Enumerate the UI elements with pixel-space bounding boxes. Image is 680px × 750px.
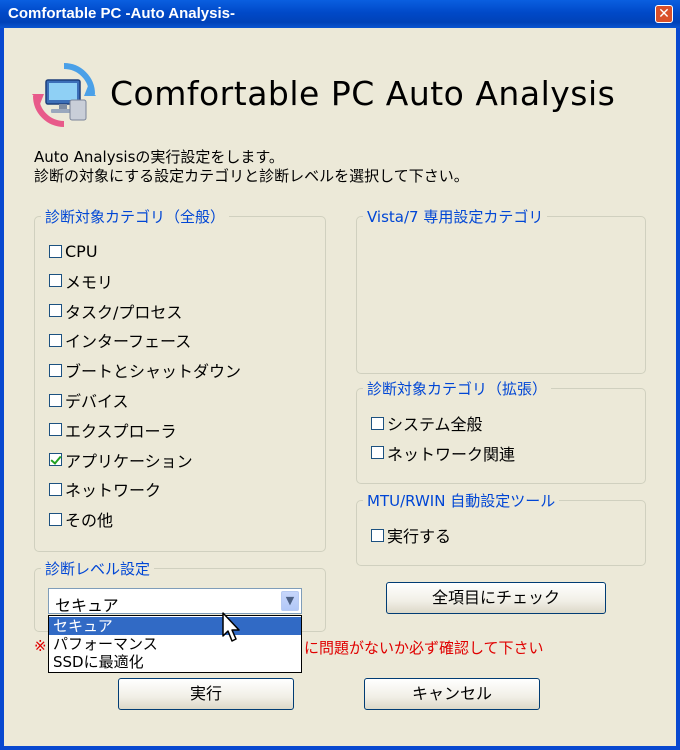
window-frame-left: [0, 28, 4, 750]
level-option-ssd[interactable]: SSDに最適化: [49, 653, 301, 671]
general-category-checkbox-label: ブートとシャットダウン: [65, 362, 242, 382]
level-option-performance[interactable]: パフォーマンス: [49, 635, 301, 653]
mtu-tool-group: MTU/RWIN 自動設定ツール 実行する: [356, 490, 646, 566]
title-bar[interactable]: Comfortable PC -Auto Analysis- ✕: [0, 0, 680, 28]
description: Auto Analysisの実行設定をします。 診断の対象にする設定カテゴリと診…: [34, 148, 469, 186]
vista-categories-group: Vista/7 専用設定カテゴリ: [356, 206, 646, 374]
dialog-window: Comfortable PC -Auto Analysis- ✕ Comfort…: [0, 0, 680, 750]
app-heading: Comfortable PC Auto Analysis: [110, 74, 616, 113]
general-category-checkbox-5[interactable]: デバイス: [49, 389, 129, 411]
pc-analysis-logo-icon: [32, 63, 96, 127]
close-icon: ✕: [658, 6, 670, 22]
description-line-2: 診断の対象にする設定カテゴリと診断レベルを選択して下さい。: [34, 167, 469, 185]
cancel-button[interactable]: キャンセル: [364, 678, 540, 710]
extended-category-checkbox-1[interactable]: ネットワーク関連: [371, 442, 515, 464]
general-category-checkbox-2[interactable]: タスク/プロセス: [49, 300, 182, 322]
checkbox-unchecked-icon[interactable]: [49, 274, 62, 288]
chevron-down-icon[interactable]: ▼: [281, 591, 299, 611]
general-category-checkbox-label: デバイス: [65, 392, 129, 411]
checkbox-unchecked-icon[interactable]: [49, 423, 62, 437]
general-category-checkbox-1[interactable]: メモリ: [49, 270, 113, 292]
general-category-checkbox-label: インターフェース: [65, 332, 192, 352]
checkbox-unchecked-icon[interactable]: [49, 512, 62, 526]
general-category-checkbox-0[interactable]: CPU: [49, 240, 98, 262]
mtu-tool-checkbox-label: 実行する: [387, 527, 452, 546]
extended-category-checkbox-label: ネットワーク関連: [387, 444, 516, 464]
general-category-checkbox-label: タスク/プロセス: [65, 302, 183, 322]
general-category-checkbox-6[interactable]: エクスプローラ: [49, 419, 177, 441]
general-category-checkbox-7[interactable]: アプリケーション: [49, 449, 193, 471]
checkbox-unchecked-icon[interactable]: [371, 528, 384, 542]
checkbox-unchecked-icon[interactable]: [49, 482, 62, 496]
checkbox-unchecked-icon[interactable]: [371, 416, 384, 430]
general-category-checkbox-8[interactable]: ネットワーク: [49, 478, 161, 500]
level-select-value: セキュア: [55, 596, 119, 615]
general-categories-group: 診断対象カテゴリ（全般） CPU メモリタスク/プロセス インターフェースブートとシ…: [34, 206, 326, 552]
mtu-tool-title: MTU/RWIN 自動設定ツール: [363, 490, 560, 511]
checkbox-unchecked-icon[interactable]: [371, 446, 384, 459]
general-category-checkbox-label: CPU: [65, 241, 98, 261]
mtu-tool-checkbox-0[interactable]: 実行する: [371, 524, 451, 546]
checkbox-unchecked-icon[interactable]: [49, 244, 62, 258]
extended-category-checkbox-0[interactable]: システム全般: [371, 412, 483, 434]
general-category-checkbox-label: その他: [65, 511, 114, 531]
general-category-checkbox-label: エクスプローラ: [65, 421, 177, 441]
general-categories-title: 診断対象カテゴリ（全般）: [41, 206, 230, 227]
extended-categories-title: 診断対象カテゴリ（拡張）: [363, 378, 552, 399]
extended-category-checkbox-label: システム全般: [387, 415, 483, 434]
window-title: Comfortable PC -Auto Analysis-: [8, 5, 235, 22]
warning-text: に問題がないか必ず確認して下さい: [304, 639, 544, 657]
general-category-checkbox-label: ネットワーク: [65, 481, 162, 501]
checkbox-unchecked-icon[interactable]: [49, 393, 62, 407]
level-option-secure[interactable]: セキュア: [49, 617, 301, 635]
window-frame-right: [676, 28, 680, 750]
level-select[interactable]: セキュア ▼: [48, 588, 302, 615]
checkbox-checked-icon[interactable]: [49, 453, 62, 467]
level-title: 診断レベル設定: [41, 558, 155, 579]
level-dropdown-list: セキュア パフォーマンス SSDに最適化: [48, 615, 302, 673]
checkbox-unchecked-icon[interactable]: [49, 363, 62, 377]
extended-categories-group: 診断対象カテゴリ（拡張） システム全般ネットワーク関連: [356, 378, 646, 484]
vista-categories-title: Vista/7 専用設定カテゴリ: [363, 206, 548, 227]
general-category-checkbox-3[interactable]: インターフェース: [49, 329, 191, 351]
check-all-button[interactable]: 全項目にチェック: [386, 582, 606, 614]
description-line-1: Auto Analysisの実行設定をします。: [34, 148, 284, 166]
window-frame-bottom: [0, 746, 680, 750]
close-button[interactable]: ✕: [655, 5, 673, 23]
mouse-cursor-icon: [222, 612, 240, 642]
general-category-checkbox-label: メモリ: [65, 272, 114, 292]
general-category-checkbox-label: アプリケーション: [65, 451, 193, 471]
checkbox-unchecked-icon[interactable]: [49, 333, 62, 347]
checkbox-unchecked-icon[interactable]: [49, 304, 62, 318]
run-button[interactable]: 実行: [118, 678, 294, 710]
general-category-checkbox-4[interactable]: ブートとシャットダウン: [49, 359, 241, 381]
warning-prefix: ※: [34, 637, 47, 655]
general-category-checkbox-9[interactable]: その他: [49, 508, 113, 530]
